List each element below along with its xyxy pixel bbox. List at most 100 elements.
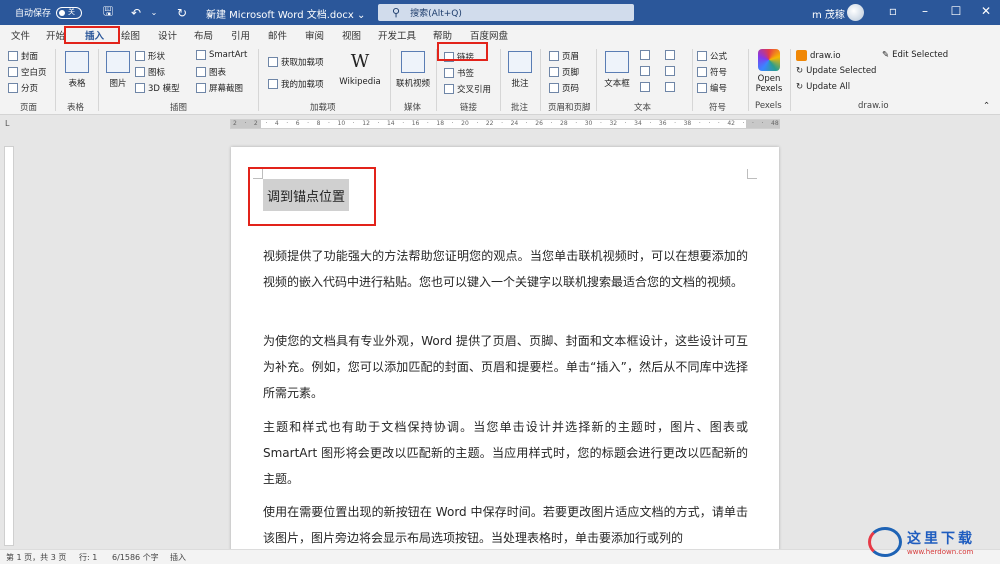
chevron-down-icon[interactable]: ⌄ — [146, 5, 162, 21]
comment-button[interactable]: 批注 — [507, 51, 533, 89]
ruler-tick: · — [649, 120, 652, 127]
tab-developer[interactable]: 开发工具 — [378, 28, 416, 42]
page-break-button[interactable]: 分页 — [8, 82, 38, 94]
table-button[interactable]: 表格 — [64, 51, 90, 89]
quick-parts-icon[interactable] — [640, 50, 653, 60]
header-button[interactable]: 页眉 — [549, 50, 579, 62]
maximize-icon[interactable]: ☐ — [948, 4, 964, 18]
highlight-link-button — [437, 42, 488, 61]
vertical-ruler[interactable] — [4, 146, 14, 546]
drawio-button[interactable]: draw.io — [796, 50, 841, 61]
tab-selector[interactable]: L — [5, 119, 9, 128]
footer-button[interactable]: 页脚 — [549, 66, 579, 78]
tab-baidu[interactable]: 百度网盘 — [470, 28, 508, 42]
update-all-button[interactable]: ↻ Update All — [796, 82, 850, 92]
wikipedia-icon: W — [350, 51, 370, 72]
status-mode[interactable]: 插入 — [170, 552, 186, 563]
tab-file[interactable]: 文件 — [11, 28, 30, 42]
tab-mailings[interactable]: 邮件 — [268, 28, 287, 42]
ruler-tick: 30 — [584, 120, 593, 127]
tab-layout[interactable]: 布局 — [194, 28, 213, 42]
online-video-icon — [401, 51, 425, 73]
ruler-tick: 42 — [727, 120, 735, 127]
object-icon[interactable] — [665, 82, 678, 92]
wikipedia-button[interactable]: W Wikipedia — [338, 51, 382, 87]
ruler-tick: · — [550, 120, 553, 127]
document-title: 新建 Microsoft Word 文档.docx ⌄ — [206, 10, 366, 21]
screenshot-button[interactable]: 屏幕截图 — [196, 82, 243, 94]
search-icon: ⚲ — [392, 6, 401, 19]
minimize-icon[interactable]: – — [917, 4, 933, 18]
autosave[interactable]: 自动保存 关 — [15, 6, 83, 19]
tab-review[interactable]: 审阅 — [305, 28, 324, 42]
paragraph-3[interactable]: 主题和样式也有助于文档保持协调。当您单击设计并选择新的主题时，图片、图表或 Sm… — [263, 414, 748, 492]
open-pexels-button[interactable]: Open Pexels — [752, 49, 786, 94]
wordart-icon[interactable] — [640, 66, 653, 76]
refresh-icon: ↻ — [796, 66, 804, 76]
undo-icon[interactable]: ↶ — [128, 5, 144, 21]
ruler-tick: · — [265, 120, 268, 127]
collapse-ribbon-icon[interactable]: ⌃ — [983, 101, 990, 111]
shapes-button[interactable]: 形状 — [135, 50, 165, 62]
ruler-tick: 2 — [233, 120, 237, 127]
ruler-tick: · — [717, 120, 720, 127]
signature-line-icon[interactable] — [665, 50, 678, 60]
comment-icon — [508, 51, 532, 73]
save-icon[interactable]: 🖫 — [100, 4, 116, 21]
user-name[interactable]: m 茂稼 — [812, 6, 845, 21]
number-button[interactable]: 编号 — [697, 82, 727, 94]
close-icon[interactable]: ✕ — [978, 4, 994, 18]
chart-button[interactable]: 图表 — [196, 66, 226, 78]
date-time-icon[interactable] — [665, 66, 678, 76]
tab-draw[interactable]: 绘图 — [121, 28, 140, 42]
tab-design[interactable]: 设计 — [158, 28, 177, 42]
ruler-tick: · — [742, 120, 745, 127]
ruler-tick: 28 — [560, 120, 568, 127]
drawio-icon — [796, 50, 807, 61]
tab-home[interactable]: 开始 — [46, 28, 65, 42]
3d-model-button[interactable]: 3D 模型 — [135, 82, 180, 94]
my-addins-button[interactable]: 我的加载项 — [268, 78, 324, 90]
page-number-button[interactable]: 页码 — [549, 82, 579, 94]
tab-view[interactable]: 视图 — [342, 28, 361, 42]
online-video-button[interactable]: 联机视频 — [394, 51, 432, 89]
get-addins-button[interactable]: 获取加载项 — [268, 56, 324, 68]
drop-cap-icon[interactable] — [640, 82, 653, 92]
textbox-button[interactable]: 文本框 — [602, 51, 632, 89]
ruler-tick: · — [761, 120, 764, 127]
search-box[interactable]: ⚲ 搜索(Alt+Q) — [378, 4, 634, 21]
ribbon-display-icon[interactable]: ▫ — [885, 4, 901, 18]
ruler-tick: · — [674, 120, 677, 127]
ruler-tick: · — [451, 120, 454, 127]
group-label-table: 表格 — [67, 103, 85, 113]
smartart-button[interactable]: SmartArt — [196, 50, 247, 60]
update-selected-button[interactable]: ↻ Update Selected — [796, 66, 876, 76]
horizontal-ruler[interactable]: 2 · 2 · 4 · 6 · 8 · 10 · 12 · 14 · 16 · 18 · 20 · 22 · 24 · 26 · 28 ·… — [230, 119, 780, 129]
ruler-tick: 38 — [683, 120, 692, 127]
tab-references[interactable]: 引用 — [231, 28, 250, 42]
tab-help[interactable]: 帮助 — [433, 28, 452, 42]
paragraph-1[interactable]: 视频提供了功能强大的方法帮助您证明您的观点。当您单击联机视频时，可以在想要添加的… — [263, 243, 748, 295]
status-page[interactable]: 第 1 页，共 3 页 — [6, 552, 66, 563]
redo-icon[interactable]: ↻ — [174, 5, 190, 21]
cover-page-button[interactable]: 封面 — [8, 50, 38, 62]
ruler-tick: 14 — [386, 120, 395, 127]
picture-button[interactable]: 图片 — [105, 51, 131, 89]
symbol-button[interactable]: 符号 — [697, 66, 727, 78]
blank-page-button[interactable]: 空白页 — [8, 66, 47, 78]
bookmark-button[interactable]: 书签 — [444, 67, 474, 79]
paragraph-2[interactable]: 为使您的文档具有专业外观，Word 提供了页眉、页脚、封面和文本框设计，这些设计… — [263, 328, 748, 406]
ruler-tick: · — [307, 120, 310, 127]
edit-selected-button[interactable]: ✎ Edit Selected — [882, 50, 948, 60]
autosave-toggle[interactable]: 关 — [56, 6, 83, 19]
ruler-tick: 34 — [634, 120, 642, 127]
cross-reference-button[interactable]: 交叉引用 — [444, 83, 491, 95]
equation-button[interactable]: 公式 — [697, 50, 727, 62]
paragraph-4[interactable]: 使用在需要位置出现的新按钮在 Word 中保存时间。若要更改图片适应文档的方式，… — [263, 499, 748, 551]
ruler-tick: 22 — [485, 120, 494, 127]
icons-button[interactable]: 图标 — [135, 66, 165, 78]
ruler-tick: · — [624, 120, 627, 127]
avatar[interactable] — [847, 4, 864, 21]
group-label-pexels: Pexels — [755, 101, 782, 111]
status-words[interactable]: 6/1586 个字 — [112, 552, 159, 563]
